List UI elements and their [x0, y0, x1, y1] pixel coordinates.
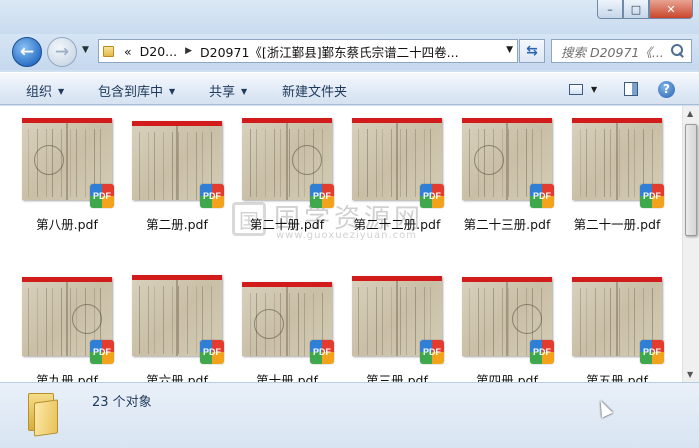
forward-button[interactable]: →	[47, 37, 77, 67]
minimize-button[interactable]: –	[597, 0, 623, 19]
folder-icon	[26, 391, 60, 437]
scroll-down-icon[interactable]: ▼	[687, 370, 693, 379]
file-name: 第九册.pdf	[36, 373, 98, 382]
preview-pane-icon	[624, 82, 638, 96]
help-button[interactable]: ?	[658, 79, 675, 99]
window-controls: – □ ✕	[597, 0, 693, 19]
thumbnail-pdf-tag: PDF	[280, 282, 290, 287]
thumbnail-pdf-tag: PDF	[610, 277, 620, 282]
breadcrumb-item-current[interactable]: D20971《[浙江鄞县]鄞东蔡氏宗谱二十四卷...	[200, 42, 459, 61]
file-item[interactable]: PDF PDF 第四册.pdf	[454, 262, 560, 382]
pdf-icon: PDF	[310, 340, 334, 364]
chevron-down-icon: ▼	[241, 87, 248, 96]
pdf-icon: PDF	[530, 340, 554, 364]
pdf-icon: PDF	[530, 184, 554, 208]
file-name: 第五册.pdf	[586, 373, 648, 382]
chevron-down-icon: ▼	[58, 87, 65, 96]
include-in-library-button[interactable]: 包含到库中 ▼	[98, 81, 175, 100]
address-bar[interactable]: « D20... ▶ D20971《[浙江鄞县]鄞东蔡氏宗谱二十四卷... ▼	[98, 39, 518, 63]
command-toolbar: 组织 ▼ 包含到库中 ▼ 共享 ▼ 新建文件夹 ▼ ?	[0, 72, 699, 105]
thumbnail-pdf-tag: PDF	[390, 276, 400, 281]
search-box[interactable]: 搜索 D20971《...	[551, 39, 692, 63]
view-icon	[569, 83, 583, 95]
file-name: 第二十三册.pdf	[463, 217, 551, 232]
close-button[interactable]: ✕	[649, 0, 693, 19]
thumbnail-pdf-tag: PDF	[390, 118, 400, 123]
thumbnail-pdf-tag: PDF	[60, 277, 70, 282]
file-list[interactable]: 国 国学资源网 www.guoxueziyuan.com ▲ ▼ PDF PDF 第…	[0, 106, 699, 382]
share-label: 共享	[209, 85, 236, 100]
help-icon: ?	[658, 80, 675, 98]
scrollbar-thumb[interactable]	[685, 124, 697, 236]
new-folder-button[interactable]: 新建文件夹	[282, 81, 347, 100]
breadcrumb-separator-icon[interactable]: ▶	[185, 46, 192, 56]
navigation-bar: ← → ▼ « D20... ▶ D20971《[浙江鄞县]鄞东蔡氏宗谱二十四卷…	[0, 34, 699, 70]
file-name: 第十册.pdf	[256, 373, 318, 382]
breadcrumb-overflow[interactable]: «	[124, 44, 132, 59]
file-name: 第二十一册.pdf	[573, 217, 661, 232]
file-name: 第八册.pdf	[36, 217, 98, 232]
breadcrumb-item[interactable]: D20...	[140, 44, 177, 59]
pdf-icon: PDF	[420, 184, 444, 208]
pdf-icon: PDF	[640, 184, 664, 208]
file-item[interactable]: PDF PDF 第二十二册.pdf	[344, 106, 450, 236]
maximize-button[interactable]: □	[623, 0, 649, 19]
title-bar: – □ ✕	[0, 0, 699, 34]
file-name: 第二十册.pdf	[249, 217, 325, 232]
scroll-up-icon[interactable]: ▲	[687, 109, 693, 118]
search-icon[interactable]	[671, 44, 684, 57]
organize-label: 组织	[26, 85, 53, 100]
pdf-icon: PDF	[640, 340, 664, 364]
address-dropdown-icon[interactable]: ▼	[506, 45, 513, 55]
status-bar: 23 个对象	[0, 382, 699, 448]
thumbnail-pdf-tag: PDF	[280, 118, 290, 123]
pdf-icon: PDF	[420, 340, 444, 364]
preview-pane-button[interactable]	[624, 79, 638, 99]
file-item[interactable]: PDF PDF 第六册.pdf	[124, 262, 230, 382]
refresh-button[interactable]: ⇆	[519, 39, 545, 63]
file-name: 第二册.pdf	[146, 217, 208, 232]
file-item[interactable]: PDF PDF 第五册.pdf	[564, 262, 670, 382]
back-button[interactable]: ←	[12, 37, 42, 67]
vertical-scrollbar[interactable]: ▲ ▼	[682, 106, 699, 382]
thumbnail-pdf-tag: PDF	[170, 275, 180, 280]
pdf-icon: PDF	[200, 184, 224, 208]
thumbnail-pdf-tag: PDF	[500, 277, 510, 282]
file-item[interactable]: PDF PDF 第十册.pdf	[234, 262, 340, 382]
pdf-icon: PDF	[90, 184, 114, 208]
thumbnail-pdf-tag: PDF	[610, 118, 620, 123]
pdf-icon: PDF	[200, 340, 224, 364]
search-input[interactable]: 搜索 D20971《...	[561, 42, 669, 61]
include-in-library-label: 包含到库中	[98, 85, 164, 100]
thumbnail-pdf-tag: PDF	[60, 118, 70, 123]
file-item[interactable]: PDF PDF 第三册.pdf	[344, 262, 450, 382]
file-item[interactable]: PDF PDF 第二册.pdf	[124, 106, 230, 236]
change-view-button[interactable]: ▼	[569, 79, 597, 99]
file-item[interactable]: PDF PDF 第二十三册.pdf	[454, 106, 560, 236]
chevron-down-icon: ▼	[591, 84, 598, 94]
pdf-icon: PDF	[90, 340, 114, 364]
share-button[interactable]: 共享 ▼	[209, 81, 247, 100]
file-name: 第二十二册.pdf	[353, 217, 441, 232]
file-item[interactable]: PDF PDF 第九册.pdf	[14, 262, 120, 382]
file-name: 第三册.pdf	[366, 373, 428, 382]
file-name: 第六册.pdf	[146, 373, 208, 382]
folder-icon	[102, 44, 116, 58]
thumbnail-pdf-tag: PDF	[500, 118, 510, 123]
file-item[interactable]: PDF PDF 第二十册.pdf	[234, 106, 340, 236]
chevron-down-icon: ▼	[169, 87, 176, 96]
thumbnail-pdf-tag: PDF	[170, 121, 180, 126]
file-name: 第四册.pdf	[476, 373, 538, 382]
file-item[interactable]: PDF PDF 第二十一册.pdf	[564, 106, 670, 236]
recent-pages-dropdown-icon[interactable]: ▼	[82, 45, 89, 55]
file-item[interactable]: PDF PDF 第八册.pdf	[14, 106, 120, 236]
pdf-icon: PDF	[310, 184, 334, 208]
organize-button[interactable]: 组织 ▼	[26, 81, 64, 100]
item-count: 23 个对象	[92, 395, 152, 410]
